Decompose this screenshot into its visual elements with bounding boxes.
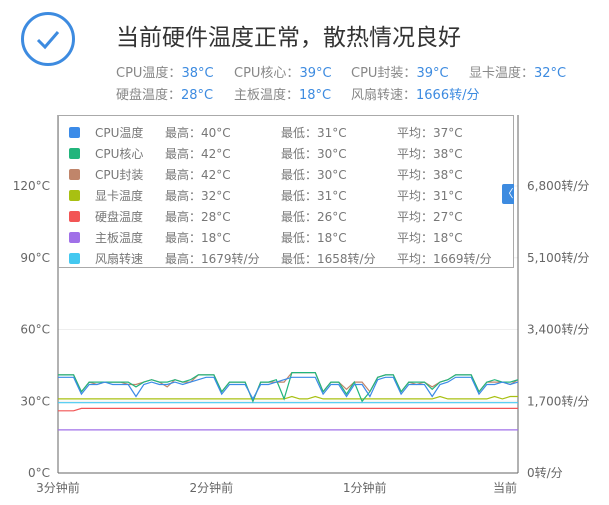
x-tick: 当前 [493, 480, 517, 495]
legend-avg: 平均：31°C [397, 189, 463, 203]
y-right-tick: 3,400转/分 [527, 322, 589, 337]
legend-swatch [69, 169, 80, 180]
legend-avg: 平均：1669转/分 [397, 252, 492, 266]
legend-max: 最高：1679转/分 [165, 252, 260, 266]
legend-min: 最低：31°C [281, 189, 347, 203]
legend-min: 最低：31°C [281, 126, 347, 140]
x-tick: 2分钟前 [190, 480, 234, 495]
legend-max: 最高：42°C [165, 168, 231, 182]
y-left-tick: 120°C [13, 179, 50, 193]
series-line-4 [58, 395, 518, 400]
legend-max: 最高：18°C [165, 231, 231, 245]
y-left-tick: 0°C [28, 466, 50, 480]
legend-min: 最低：26°C [281, 210, 347, 224]
legend-avg: 平均：38°C [397, 168, 463, 182]
legend-name: 主板温度 [95, 231, 144, 245]
y-left-tick: 30°C [20, 394, 50, 408]
legend-swatch [69, 148, 80, 159]
legend-name: 显卡温度 [95, 189, 144, 203]
legend-avg: 平均：37°C [397, 126, 463, 140]
y-right-tick: 6,800转/分 [527, 178, 589, 193]
legend-max: 最高：28°C [165, 210, 231, 224]
legend-swatch [69, 253, 80, 264]
series-line-1 [58, 376, 519, 401]
legend-toggle-button[interactable]: 〈 [502, 184, 514, 204]
y-right-tick: 1,700转/分 [527, 393, 589, 408]
legend-name: 硬盘温度 [95, 210, 144, 224]
legend-name: 风扇转速 [95, 252, 144, 266]
legend-min: 最低：30°C [281, 168, 347, 182]
legend-name: CPU封装 [95, 168, 144, 182]
legend-swatch [69, 232, 80, 243]
legend-avg: 平均：38°C [397, 147, 463, 161]
legend-min: 最低：30°C [281, 147, 347, 161]
y-left-tick: 60°C [20, 323, 50, 337]
legend-avg: 平均：18°C [397, 231, 463, 245]
chart-legend: CPU温度 最高：40°C 最低：31°C 平均：37°C CPU核心 最高：4… [58, 115, 514, 268]
y-right-tick: 5,100转/分 [527, 250, 589, 265]
legend-min: 最低：18°C [281, 231, 347, 245]
series-line-5 [58, 407, 518, 412]
y-right-tick: 0转/分 [527, 465, 563, 480]
legend-swatch [69, 127, 80, 138]
x-tick: 1分钟前 [343, 480, 387, 495]
legend-max: 最高：40°C [165, 126, 231, 140]
x-tick: 3分钟前 [36, 480, 80, 495]
legend-avg: 平均：27°C [397, 210, 463, 224]
legend-swatch [69, 190, 80, 201]
legend-max: 最高：42°C [165, 147, 231, 161]
legend-swatch [69, 211, 80, 222]
legend-max: 最高：32°C [165, 189, 231, 203]
y-left-tick: 90°C [20, 251, 50, 265]
legend-min: 最低：1658转/分 [281, 252, 376, 266]
legend-name: CPU核心 [95, 147, 144, 161]
legend-name: CPU温度 [95, 126, 144, 140]
